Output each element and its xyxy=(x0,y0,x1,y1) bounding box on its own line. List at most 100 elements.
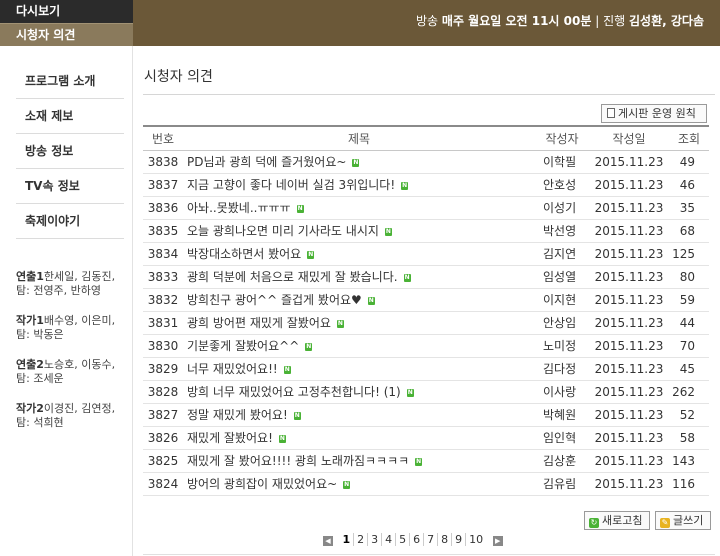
page-link[interactable]: 7 xyxy=(423,533,437,546)
sidebar-item-festival-story[interactable]: 축제이야기 xyxy=(16,204,124,239)
post-subject-link[interactable]: 아놔..못봤네..ㅠㅠㅠ xyxy=(187,201,291,215)
post-author: 이학필 xyxy=(535,150,589,174)
post-number: 3829 xyxy=(143,357,183,381)
write-button[interactable]: ✎ 글쓰기 xyxy=(655,511,711,530)
post-subject-cell: PD님과 광희 덕에 즐거웠어요~ N xyxy=(183,150,535,174)
post-subject-link[interactable]: 방희친구 광어^^ 즐겁게 봤어요♥ xyxy=(187,293,362,307)
post-subject-link[interactable]: 오늘 광희나오면 미리 기사라도 내시지 xyxy=(187,224,379,238)
post-author: 박혜원 xyxy=(535,403,589,427)
post-number: 3826 xyxy=(143,426,183,450)
page-link[interactable]: 9 xyxy=(451,533,465,546)
new-icon: N xyxy=(283,366,291,374)
refresh-button[interactable]: ↻ 새로고침 xyxy=(584,511,650,530)
post-views: 59 xyxy=(669,288,709,312)
credit-director-2: 연출2노승호, 이동수, 탐: 조세운 xyxy=(16,358,128,386)
post-author: 임인혁 xyxy=(535,426,589,450)
page-link[interactable]: 1 xyxy=(340,533,354,546)
new-icon: N xyxy=(403,274,411,282)
column-header-views: 조회 xyxy=(669,125,709,151)
post-date: 2015.11.23 xyxy=(589,357,669,381)
prev-page-icon[interactable]: ◀ xyxy=(323,536,333,546)
post-date: 2015.11.23 xyxy=(589,426,669,450)
page-link[interactable]: 4 xyxy=(381,533,395,546)
sidebar-item-story-tip[interactable]: 소재 제보 xyxy=(16,99,124,134)
page-link[interactable]: 8 xyxy=(437,533,451,546)
post-subject-link[interactable]: PD님과 광희 덕에 즐거웠어요~ xyxy=(187,155,346,169)
post-date: 2015.11.23 xyxy=(589,311,669,335)
post-number: 3834 xyxy=(143,242,183,266)
credit-writer-2: 작가2이경진, 김연정, 탐: 석희현 xyxy=(16,402,128,430)
post-number: 3831 xyxy=(143,311,183,335)
post-views: 35 xyxy=(669,196,709,220)
credit-role: 연출2 xyxy=(16,358,44,371)
page-link[interactable]: 10 xyxy=(465,533,486,546)
board-policy-button[interactable]: 게시판 운영 원칙 xyxy=(601,104,707,123)
post-number: 3828 xyxy=(143,380,183,404)
broadcast-info: 방송 매주 월요일 오전 11시 00분 | 진행 김성환, 강다솜 xyxy=(416,12,704,30)
post-subject-link[interactable]: 기분좋게 잘봤어요^^ xyxy=(187,339,299,353)
post-views: 70 xyxy=(669,334,709,358)
page-link[interactable]: 5 xyxy=(395,533,409,546)
post-subject-link[interactable]: 지금 고향이 좋다 네이버 실검 3위입니다! xyxy=(187,178,395,192)
top-header: 다시보기 시청자 의견 방송 매주 월요일 오전 11시 00분 | 진행 김성… xyxy=(0,0,720,46)
post-subject-cell: 광희 덕분에 처음으로 재밌게 잘 봤습니다. N xyxy=(183,265,535,289)
post-author: 박선영 xyxy=(535,219,589,243)
post-date: 2015.11.23 xyxy=(589,449,669,473)
post-subject-cell: 방희친구 광어^^ 즐겁게 봤어요♥ N xyxy=(183,288,535,312)
post-date: 2015.11.23 xyxy=(589,219,669,243)
post-subject-link[interactable]: 방희 너무 재밌었어요 고정추천합니다! (1) xyxy=(187,385,401,399)
table-row: 3837 지금 고향이 좋다 네이버 실검 3위입니다! N 안호성 2015.11.2… xyxy=(143,173,709,197)
post-subject-link[interactable]: 정말 재밌게 봤어요! xyxy=(187,408,288,422)
table-row: 3832 방희친구 광어^^ 즐겁게 봤어요♥ N 이지현 2015.11.23 59 xyxy=(143,288,709,312)
rewatch-menu[interactable]: 다시보기 xyxy=(0,0,133,23)
sidebar-menu: 프로그램 소개 소재 제보 방송 정보 TV속 정보 축제이야기 xyxy=(16,64,124,239)
post-subject-link[interactable]: 너무 재밌었어요!! xyxy=(187,362,278,376)
table-row: 3833 광희 덕분에 처음으로 재밌게 잘 봤습니다. N 임성열 2015.11.2… xyxy=(143,265,709,289)
host-names: 김성환, 강다솜 xyxy=(629,14,704,28)
post-subject-cell: 아놔..못봤네..ㅠㅠㅠ N xyxy=(183,196,535,220)
document-icon xyxy=(607,108,615,118)
credit-role: 작가1 xyxy=(16,314,44,327)
post-subject-link[interactable]: 광희 방어편 재밌게 잘봤어요 xyxy=(187,316,331,330)
table-row: 3838 PD님과 광희 덕에 즐거웠어요~ N 이학필 2015.11.23 49 xyxy=(143,150,709,174)
post-author: 이지현 xyxy=(535,288,589,312)
table-header-row: 번호 제목 작성자 작성일 조회 xyxy=(143,125,709,151)
table-row: 3834 박장대소하면서 봤어요 N 김지연 2015.11.23 125 xyxy=(143,242,709,266)
credit-director-1: 연출1한세일, 김동진, 탐: 전영주, 반하영 xyxy=(16,270,128,298)
post-subject-cell: 방어의 광희잡이 재밌었어요~ N xyxy=(183,472,535,496)
page-link[interactable]: 6 xyxy=(409,533,423,546)
table-row: 3826 재밌게 잘봤어요! N 임인혁 2015.11.23 58 xyxy=(143,426,709,450)
post-subject-link[interactable]: 박장대소하면서 봤어요 xyxy=(187,247,301,261)
staff-credits: 연출1한세일, 김동진, 탐: 전영주, 반하영 작가1배수영, 이은미, 탐:… xyxy=(16,270,128,446)
new-icon: N xyxy=(305,343,313,351)
post-views: 58 xyxy=(669,426,709,450)
post-subject-link[interactable]: 재밌게 잘봤어요! xyxy=(187,431,273,445)
post-subject-link[interactable]: 재밌게 잘 봤어요!!!! 광희 노래까짐ㅋㅋㅋㅋ xyxy=(187,454,409,468)
post-author: 김지연 xyxy=(535,242,589,266)
post-date: 2015.11.23 xyxy=(589,472,669,496)
sidebar-item-tv-info[interactable]: TV속 정보 xyxy=(16,169,124,204)
post-subject-cell: 재밌게 잘 봤어요!!!! 광희 노래까짐ㅋㅋㅋㅋ N xyxy=(183,449,535,473)
post-number: 3830 xyxy=(143,334,183,358)
page-link[interactable]: 2 xyxy=(353,533,367,546)
next-page-icon[interactable]: ▶ xyxy=(492,536,503,546)
sidebar-item-broadcast-info[interactable]: 방송 정보 xyxy=(16,134,124,169)
post-subject-link[interactable]: 광희 덕분에 처음으로 재밌게 잘 봤습니다. xyxy=(187,270,398,284)
broadcast-time: 매주 월요일 오전 11시 00분 xyxy=(441,14,592,28)
post-number: 3838 xyxy=(143,150,183,174)
post-subject-cell: 너무 재밌었어요!! N xyxy=(183,357,535,381)
page-link[interactable]: 3 xyxy=(367,533,381,546)
new-icon: N xyxy=(293,412,301,420)
viewer-opinion-menu[interactable]: 시청자 의견 xyxy=(0,23,133,46)
post-date: 2015.11.23 xyxy=(589,150,669,174)
post-subject-cell: 광희 방어편 재밌게 잘봤어요 N xyxy=(183,311,535,335)
post-date: 2015.11.23 xyxy=(589,334,669,358)
post-number: 3833 xyxy=(143,265,183,289)
post-date: 2015.11.23 xyxy=(589,380,669,404)
table-row: 3829 너무 재밌었어요!! N 김다정 2015.11.23 45 xyxy=(143,357,709,381)
post-subject-cell: 기분좋게 잘봤어요^^ N xyxy=(183,334,535,358)
new-icon: N xyxy=(406,389,414,397)
post-subject-link[interactable]: 방어의 광희잡이 재밌었어요~ xyxy=(187,477,337,491)
sidebar-item-program-intro[interactable]: 프로그램 소개 xyxy=(16,64,124,99)
main-content: 시청자 의견 게시판 운영 원칙 번호 제목 작성자 작성일 조회 3838 PD… xyxy=(143,46,720,556)
